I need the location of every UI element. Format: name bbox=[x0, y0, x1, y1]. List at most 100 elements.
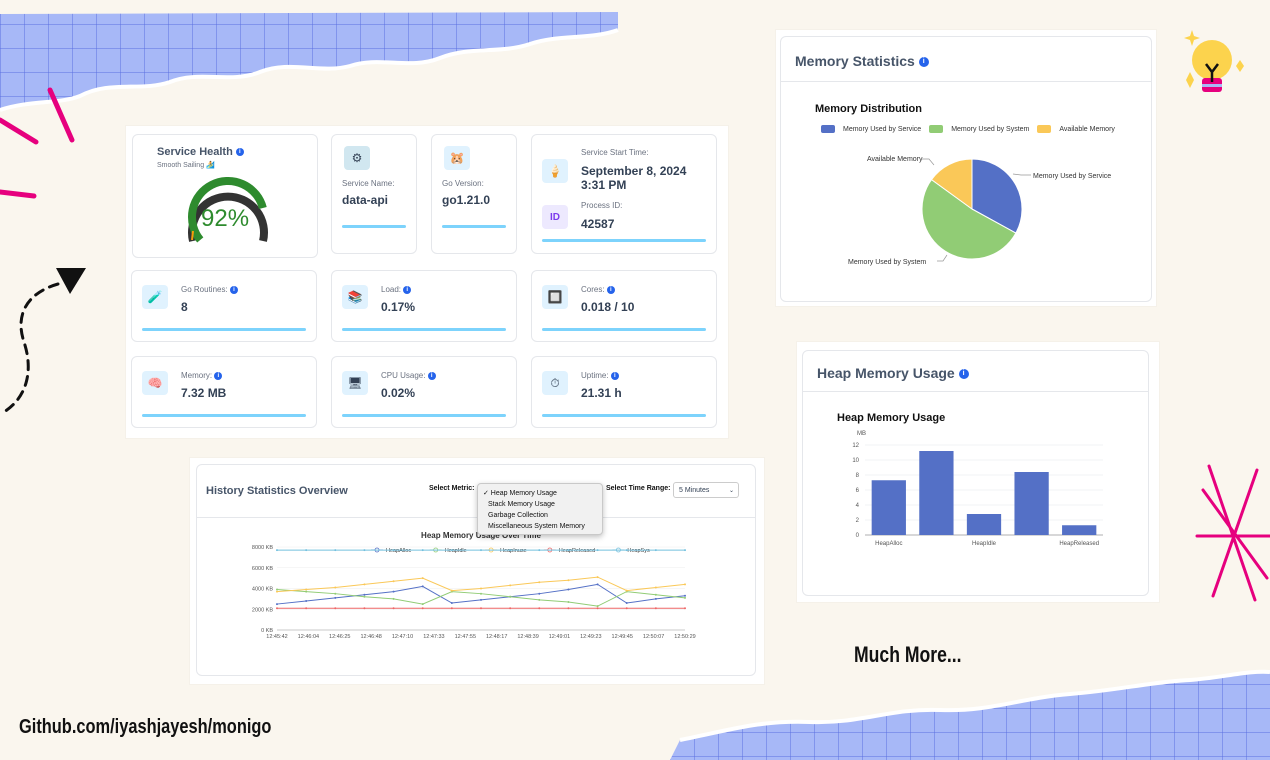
service-name-card: ⚙ Service Name: data-api bbox=[331, 134, 417, 254]
bar-ytick-label: 0 bbox=[856, 533, 860, 539]
memory-value: 7.32 MB bbox=[181, 386, 227, 400]
start-time-bar bbox=[542, 239, 706, 242]
legend-HeapSys[interactable]: HeapSys bbox=[627, 548, 650, 554]
heap-memory-card: Heap Memory Usage i Heap Memory Usage MB… bbox=[802, 350, 1149, 596]
series-point-HeapSys bbox=[305, 549, 308, 552]
metric-option-gc[interactable]: Garbage Collection bbox=[478, 510, 602, 521]
cores-card: 🔲 Cores: i 0.018 / 10 bbox=[531, 270, 717, 342]
id-icon: ID bbox=[542, 205, 568, 229]
metric-option-heap[interactable]: ✓ Heap Memory Usage bbox=[478, 487, 602, 499]
series-point-HeapIdle bbox=[334, 592, 337, 595]
cpu-icon: 🖥 bbox=[342, 371, 368, 395]
lightbulb-icon bbox=[1184, 30, 1244, 92]
ice-cream-icon: 🍦 bbox=[542, 159, 568, 183]
legend-swatch-system bbox=[929, 125, 944, 133]
bar-HeapIdle[interactable] bbox=[919, 451, 954, 535]
series-point-HeapAlloc bbox=[654, 597, 657, 600]
legend-HeapAlloc[interactable]: HeapAlloc bbox=[386, 548, 411, 554]
gears-icon: ⚙ bbox=[344, 146, 370, 170]
info-icon[interactable]: i bbox=[403, 285, 412, 294]
load-card: 📚 Load: i 0.17% bbox=[331, 270, 517, 342]
bar-xtick-label: HeapAlloc bbox=[875, 541, 902, 547]
cores-bar bbox=[542, 328, 706, 331]
bar-xtick-label: HeapIdle bbox=[972, 541, 997, 547]
go-routines-bar bbox=[142, 328, 306, 331]
load-icon: 📚 bbox=[342, 285, 368, 309]
brain-icon: 🧠 bbox=[142, 371, 168, 395]
load-bar bbox=[342, 328, 506, 331]
start-time-date: September 8, 2024 bbox=[581, 164, 687, 178]
bar-HeapSys[interactable] bbox=[1062, 525, 1097, 535]
info-icon[interactable]: i bbox=[610, 371, 619, 380]
line-xtick-label: 12:49:23 bbox=[580, 634, 601, 640]
pink-star-right-decoration bbox=[1195, 464, 1270, 602]
line-xtick-label: 12:49:01 bbox=[549, 634, 570, 640]
bar-ytick-label: 10 bbox=[852, 458, 859, 464]
line-xtick-label: 12:46:48 bbox=[360, 634, 381, 640]
time-range-value: 5 Minutes bbox=[679, 487, 710, 494]
line-ytick-label: 4000 KB bbox=[252, 587, 273, 593]
info-icon[interactable]: i bbox=[606, 285, 615, 294]
series-point-HeapReleased bbox=[596, 607, 599, 610]
series-point-HeapReleased bbox=[509, 607, 512, 610]
series-point-HeapSys bbox=[480, 549, 482, 552]
heap-memory-title: Heap Memory Usage bbox=[817, 365, 955, 381]
series-point-HeapReleased bbox=[421, 607, 424, 610]
metric-dropdown-menu[interactable]: ✓ Heap Memory Usage Stack Memory Usage G… bbox=[477, 483, 603, 535]
bar-ytick-label: 2 bbox=[856, 518, 860, 524]
series-point-HeapInuse bbox=[684, 583, 686, 586]
legend-swatch-service bbox=[821, 125, 835, 133]
series-point-HeapIdle bbox=[421, 603, 424, 606]
series-point-HeapIdle bbox=[305, 590, 308, 593]
pie-callout-system: Memory Used by System bbox=[848, 259, 926, 266]
cpu-usage-card: 🖥 CPU Usage: i 0.02% bbox=[331, 356, 517, 428]
series-point-HeapInuse bbox=[654, 586, 657, 589]
series-point-HeapInuse bbox=[538, 581, 541, 584]
line-xtick-label: 12:46:04 bbox=[298, 634, 319, 640]
info-icon[interactable]: i bbox=[229, 285, 238, 294]
legend-available: Available Memory bbox=[1059, 125, 1115, 133]
metric-option-stack[interactable]: Stack Memory Usage bbox=[478, 499, 602, 510]
series-point-HeapSys bbox=[567, 549, 570, 552]
routines-icon: 🧪 bbox=[142, 285, 168, 309]
series-point-HeapSys bbox=[625, 549, 628, 552]
series-point-HeapSys bbox=[596, 549, 599, 552]
series-point-HeapSys bbox=[363, 549, 366, 552]
memory-distribution-title: Memory Distribution bbox=[815, 103, 922, 115]
legend-HeapInuse[interactable]: HeapInuse bbox=[500, 548, 527, 554]
github-link[interactable]: Github.com/iyashjayesh/monigo bbox=[19, 716, 271, 739]
series-point-HeapReleased bbox=[276, 607, 278, 610]
series-point-HeapReleased bbox=[363, 607, 366, 610]
series-point-HeapInuse bbox=[392, 580, 395, 583]
series-point-HeapSys bbox=[421, 549, 424, 552]
metric-select-label: Select Metric: bbox=[429, 485, 475, 492]
go-version-value: go1.21.0 bbox=[442, 193, 491, 207]
legend-HeapIdle[interactable]: HeapIdle bbox=[445, 548, 467, 554]
line-xtick-label: 12:50:07 bbox=[643, 634, 664, 640]
series-point-HeapSys bbox=[276, 549, 278, 552]
series-point-HeapInuse bbox=[596, 576, 599, 579]
info-icon[interactable]: i bbox=[235, 148, 244, 157]
info-icon[interactable]: i bbox=[918, 57, 929, 68]
process-id-value: 42587 bbox=[581, 217, 615, 231]
legend-swatch-available bbox=[1037, 125, 1052, 133]
pink-burst-left-decoration bbox=[0, 87, 75, 199]
info-icon[interactable]: i bbox=[958, 369, 969, 380]
uptime-card: ⏱ Uptime: i 21.31 h bbox=[531, 356, 717, 428]
service-health-subtitle: Smooth Sailing 🏄 bbox=[157, 162, 215, 169]
metric-option-misc[interactable]: Miscellaneous System Memory bbox=[478, 521, 602, 532]
legend-HeapReleased[interactable]: HeapReleased bbox=[559, 548, 595, 554]
series-point-HeapReleased bbox=[480, 607, 482, 610]
series-point-HeapInuse bbox=[509, 584, 512, 587]
memory-legend: Memory Used by Service Memory Used by Sy… bbox=[821, 125, 1115, 133]
bar-HeapReleased[interactable] bbox=[1014, 472, 1049, 535]
cpu-usage-label: CPU Usage: bbox=[381, 371, 426, 380]
bar-HeapInuse[interactable] bbox=[966, 514, 1002, 535]
memory-card: 🧠 Memory: i 7.32 MB bbox=[131, 356, 317, 428]
bar-HeapAlloc[interactable] bbox=[871, 480, 906, 535]
series-point-HeapIdle bbox=[480, 592, 482, 595]
info-icon[interactable]: i bbox=[427, 371, 436, 380]
info-icon[interactable]: i bbox=[214, 371, 223, 380]
time-range-select[interactable]: 5 Minutes ⌄ bbox=[673, 482, 739, 498]
line-ytick-label: 2000 KB bbox=[252, 607, 273, 613]
